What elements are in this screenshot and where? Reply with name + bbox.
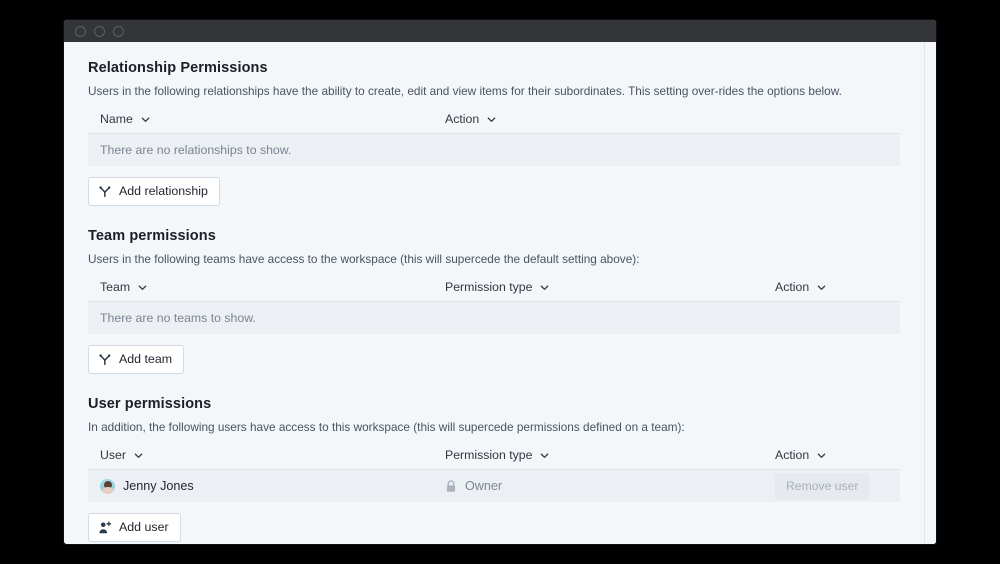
add-team-row: Add team xyxy=(88,345,900,375)
add-relationship-label: Add relationship xyxy=(119,184,208,199)
column-header-label: Permission type xyxy=(445,280,533,295)
chevron-down-icon[interactable] xyxy=(133,450,144,461)
maximize-window-button[interactable] xyxy=(113,25,124,37)
chevron-down-icon[interactable] xyxy=(539,282,550,293)
column-header-name[interactable]: Name xyxy=(88,112,433,126)
window-titlebar xyxy=(64,20,936,42)
table-header-row: User Permission type Action xyxy=(88,448,900,471)
column-header-permission-type[interactable]: Permission type xyxy=(433,280,763,294)
column-header-action[interactable]: Action xyxy=(433,112,900,126)
close-window-button[interactable] xyxy=(75,25,86,37)
team-permissions-description: Users in the following teams have access… xyxy=(88,252,640,267)
chevron-down-icon[interactable] xyxy=(486,114,497,125)
remove-user-label: Remove user xyxy=(786,479,859,494)
chevron-down-icon[interactable] xyxy=(140,114,151,125)
column-header-action[interactable]: Action xyxy=(763,280,900,294)
column-header-team[interactable]: Team xyxy=(88,280,433,294)
permission-type-value: Owner xyxy=(465,479,503,494)
avatar xyxy=(100,478,115,494)
column-header-label: Permission type xyxy=(445,448,533,463)
column-header-label: Team xyxy=(100,280,131,295)
add-user-button[interactable]: Add user xyxy=(88,513,181,543)
user-permissions-description: In addition, the following users have ac… xyxy=(88,420,685,435)
column-header-label: Action xyxy=(775,448,810,463)
relationship-permissions-table: Name Action There are no relationships t… xyxy=(88,112,900,167)
chevron-down-icon[interactable] xyxy=(539,450,550,461)
user-name: Jenny Jones xyxy=(123,479,194,494)
permission-type-cell: Owner xyxy=(433,479,763,493)
user-permissions-title: User permissions xyxy=(88,396,212,413)
add-relationship-row: Add relationship xyxy=(88,177,900,207)
lock-icon xyxy=(445,480,457,493)
column-header-user[interactable]: User xyxy=(88,448,433,462)
teams-empty-message: There are no teams to show. xyxy=(88,302,900,335)
browser-window: Relationship Permissions Users in the fo… xyxy=(64,20,936,544)
window-viewport: Relationship Permissions Users in the fo… xyxy=(64,42,936,544)
relationship-permissions-title: Relationship Permissions xyxy=(88,60,268,76)
add-team-label: Add team xyxy=(119,352,173,367)
relationship-permissions-description: Users in the following relationships hav… xyxy=(88,84,842,98)
minimize-window-button[interactable] xyxy=(94,25,105,37)
team-permissions-table: Team Permission type Action There are no… xyxy=(88,280,900,335)
action-cell: Remove user xyxy=(763,473,900,500)
chevron-down-icon[interactable] xyxy=(816,450,827,461)
settings-content: Relationship Permissions Users in the fo… xyxy=(64,42,924,544)
table-header-row: Name Action xyxy=(88,112,900,135)
column-header-label: Action xyxy=(775,280,810,295)
table-row[interactable]: Jenny Jones Owner Remove user xyxy=(88,470,900,503)
column-header-permission-type[interactable]: Permission type xyxy=(433,448,763,462)
user-cell: Jenny Jones xyxy=(88,478,433,494)
remove-user-button[interactable]: Remove user xyxy=(775,473,870,500)
table-header-row: Team Permission type Action xyxy=(88,280,900,303)
vertical-scrollbar[interactable] xyxy=(924,42,936,544)
relationship-branch-icon xyxy=(98,185,112,199)
chevron-down-icon[interactable] xyxy=(816,282,827,293)
column-header-action[interactable]: Action xyxy=(763,448,900,462)
add-user-icon xyxy=(98,521,112,535)
column-header-label: Name xyxy=(100,112,133,127)
relationships-empty-message: There are no relationships to show. xyxy=(88,134,900,167)
relationship-branch-icon xyxy=(98,353,112,367)
add-user-row: Add user xyxy=(88,513,900,543)
screen: Relationship Permissions Users in the fo… xyxy=(0,0,1000,564)
add-user-label: Add user xyxy=(119,520,169,535)
user-permissions-table: User Permission type Action Jenny Jones … xyxy=(88,448,900,503)
column-header-label: Action xyxy=(445,112,480,127)
chevron-down-icon[interactable] xyxy=(137,282,148,293)
team-permissions-title: Team permissions xyxy=(88,228,216,245)
add-team-button[interactable]: Add team xyxy=(88,345,185,375)
column-header-label: User xyxy=(100,448,126,463)
add-relationship-button[interactable]: Add relationship xyxy=(88,177,220,207)
